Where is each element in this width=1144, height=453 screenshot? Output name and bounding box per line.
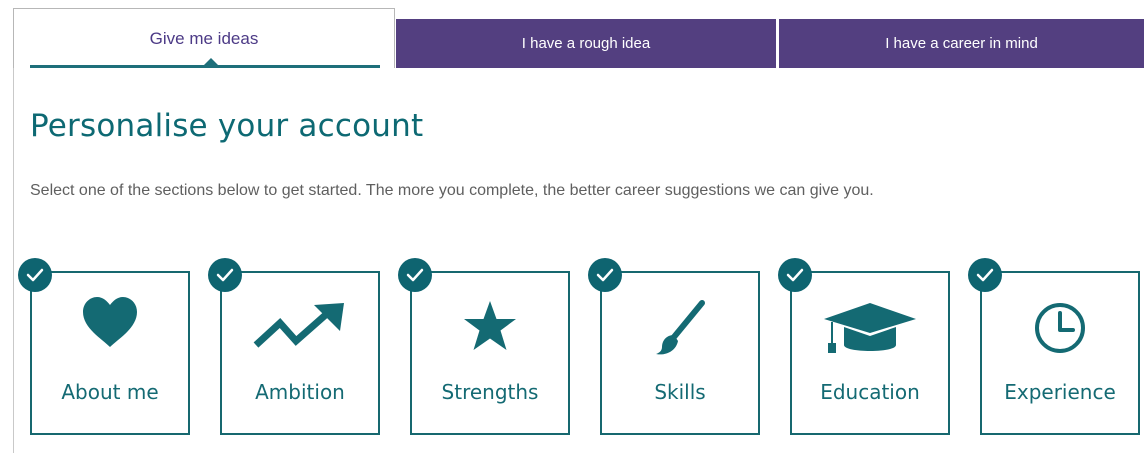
section-label: Experience (1004, 380, 1116, 404)
check-icon (588, 258, 622, 292)
section-label: Education (820, 380, 920, 404)
section-label: About me (61, 380, 159, 404)
tab-give-me-ideas[interactable]: Give me ideas (13, 8, 395, 68)
section-label: Skills (654, 380, 706, 404)
heart-icon (83, 297, 137, 347)
section-card-about-me[interactable]: About me (30, 271, 190, 435)
tab-career-in-mind[interactable]: I have a career in mind (779, 19, 1144, 68)
section-card-strengths[interactable]: Strengths (410, 271, 570, 435)
page-title: Personalise your account (30, 108, 424, 144)
clock-icon (1035, 303, 1085, 353)
check-icon (778, 258, 812, 292)
section-card-skills[interactable]: Skills (600, 271, 760, 435)
section-card-education[interactable]: Education (790, 271, 950, 435)
graduation-cap-icon (824, 303, 916, 353)
active-tab-pointer (204, 58, 218, 65)
tab-label: Give me ideas (149, 29, 259, 48)
check-icon (398, 258, 432, 292)
section-label: Strengths (441, 380, 539, 404)
check-icon (968, 258, 1002, 292)
section-card-ambition[interactable]: Ambition (220, 271, 380, 435)
check-icon (208, 258, 242, 292)
tab-rough-idea[interactable]: I have a rough idea (396, 19, 776, 68)
paintbrush-icon (656, 300, 705, 355)
section-label: Ambition (255, 380, 345, 404)
check-icon (18, 258, 52, 292)
trend-up-icon (253, 303, 344, 348)
tab-label: I have a rough idea (521, 35, 651, 52)
tab-label: I have a career in mind (885, 35, 1038, 52)
star-icon (464, 301, 516, 350)
intro-text: Select one of the sections below to get … (30, 182, 874, 199)
section-card-experience[interactable]: Experience (980, 271, 1140, 435)
active-tab-underline (30, 65, 380, 68)
